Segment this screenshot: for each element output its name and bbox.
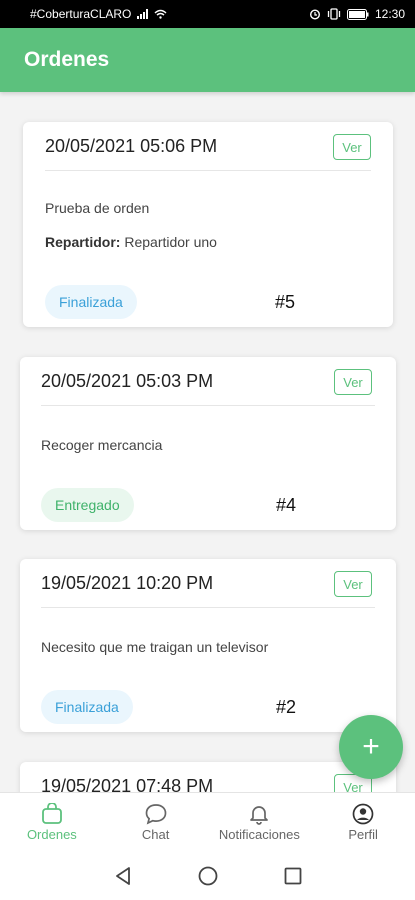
driver-name: Repartidor uno xyxy=(124,234,217,250)
vibrate-icon xyxy=(327,8,341,20)
nav-item-perfil[interactable]: Perfil xyxy=(311,793,415,852)
driver-label: Repartidor: xyxy=(45,234,121,250)
nav-item-chat[interactable]: Chat xyxy=(104,793,208,852)
divider xyxy=(41,607,375,608)
carrier-name: #CoberturaCLARO xyxy=(30,7,132,21)
nav-label: Notificaciones xyxy=(218,827,300,842)
clock: 12:30 xyxy=(374,7,405,21)
nav-label: Perfil xyxy=(348,827,378,842)
order-date: 20/05/2021 05:06 PM xyxy=(45,136,218,156)
orders-list[interactable]: 20/05/2021 05:06 PM Ver Prueba de orden … xyxy=(0,92,415,792)
view-order-button[interactable]: Ver xyxy=(333,134,371,160)
order-date: 19/05/2021 10:20 PM xyxy=(41,573,214,593)
app-bar: Ordenes xyxy=(0,28,415,92)
view-order-button[interactable]: Ver xyxy=(334,571,372,597)
nav-label: Ordenes xyxy=(26,827,77,842)
divider xyxy=(41,405,375,406)
order-card[interactable]: 20/05/2021 05:03 PM Ver Recoger mercanci… xyxy=(20,357,396,530)
status-badge: Finalizada xyxy=(41,690,133,724)
recents-icon[interactable] xyxy=(284,867,302,885)
bell-icon xyxy=(250,806,269,825)
bag-icon xyxy=(41,803,62,824)
order-date: 20/05/2021 05:03 PM xyxy=(41,371,214,391)
order-description: Recoger mercancia xyxy=(41,437,163,453)
order-driver: Repartidor: Repartidor uno xyxy=(45,234,217,250)
battery-icon xyxy=(346,8,369,20)
alarm-icon xyxy=(309,9,320,20)
nav-item-notificaciones[interactable]: Notificaciones xyxy=(208,793,312,852)
order-number: #4 xyxy=(276,495,297,515)
wifi-icon xyxy=(154,9,167,19)
user-circle-icon xyxy=(352,803,374,825)
order-description: Prueba de orden xyxy=(45,200,150,216)
signal-icon xyxy=(137,9,149,19)
home-icon[interactable] xyxy=(198,866,218,886)
view-order-button[interactable]: Ver xyxy=(334,369,372,395)
order-card[interactable]: 19/05/2021 07:48 PM Ver xyxy=(20,762,396,792)
chat-bubble-icon xyxy=(145,804,166,825)
page-title: Ordenes xyxy=(24,48,110,71)
divider xyxy=(45,170,371,171)
back-icon[interactable] xyxy=(114,866,132,886)
add-order-button[interactable]: + xyxy=(339,715,403,779)
order-card[interactable]: 20/05/2021 05:06 PM Ver Prueba de orden … xyxy=(23,122,393,327)
order-number: #2 xyxy=(276,697,297,717)
order-number: #5 xyxy=(275,292,296,312)
status-bar: #CoberturaCLARO 12:30 xyxy=(0,0,415,28)
nav-label: Chat xyxy=(141,827,170,842)
order-description: Necesito que me traigan un televisor xyxy=(41,639,269,655)
plus-icon: + xyxy=(362,730,380,763)
order-card[interactable]: 19/05/2021 10:20 PM Ver Necesito que me … xyxy=(20,559,396,732)
system-navigation-bar xyxy=(0,852,415,900)
status-badge: Entregado xyxy=(41,488,134,522)
nav-item-ordenes[interactable]: Ordenes xyxy=(0,793,104,852)
status-badge: Finalizada xyxy=(45,285,137,319)
bottom-navigation: Ordenes Chat Notificaciones Perfil xyxy=(0,792,415,852)
order-date: 19/05/2021 07:48 PM xyxy=(41,776,214,792)
